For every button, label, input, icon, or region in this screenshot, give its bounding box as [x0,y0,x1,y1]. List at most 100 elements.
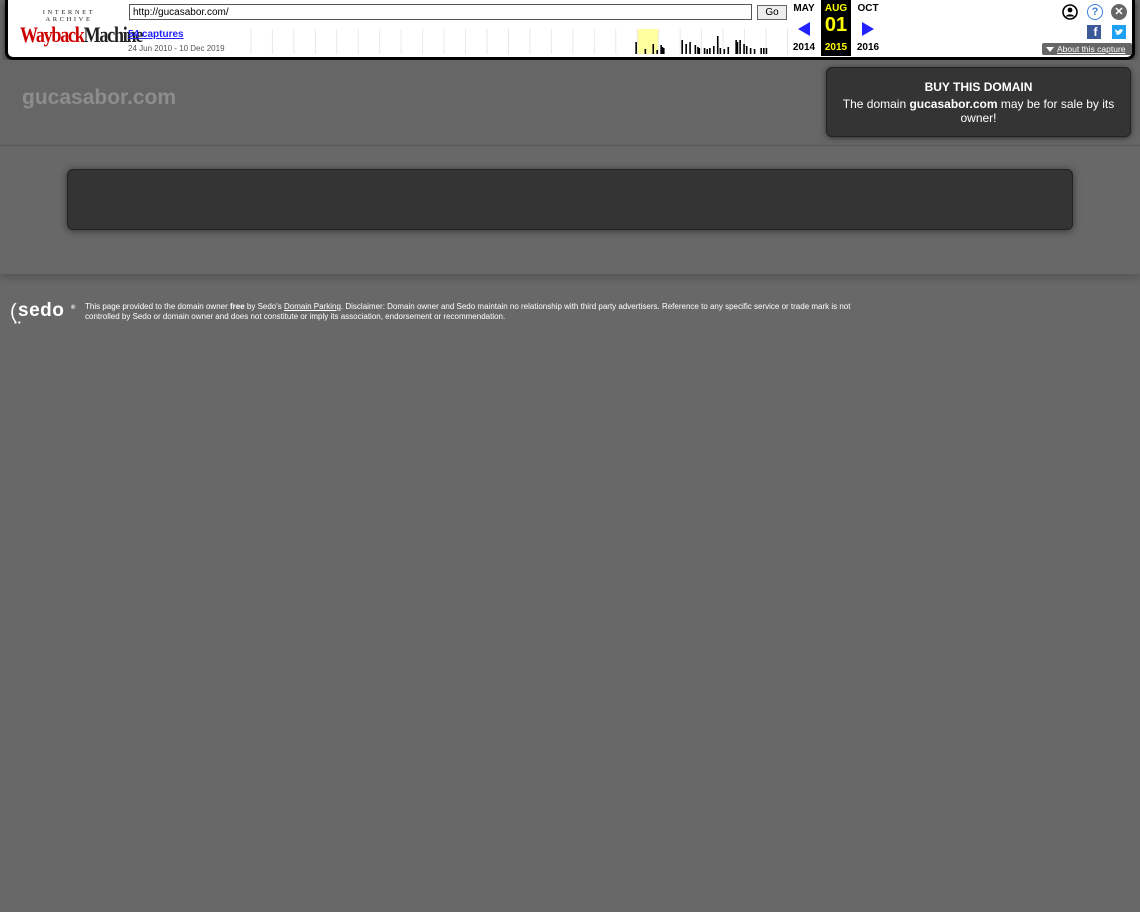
sedo-logo-text: sedo [18,300,65,321]
sparkline-month[interactable] [337,29,358,54]
sparkline-bar[interactable] [709,48,711,54]
calendar-prev-column: MAY 2014 [789,0,819,56]
sparkline-month[interactable] [637,29,659,54]
sparkline-bar[interactable] [652,44,655,54]
sparkline-month[interactable] [230,29,251,54]
go-button[interactable]: Go [757,5,787,20]
sparkline-separator [701,29,703,54]
sparkline-bar[interactable] [706,49,709,54]
sparkline-month[interactable] [272,29,294,54]
twitter-icon[interactable] [1112,25,1126,39]
sparkline-month[interactable] [401,29,423,54]
wayback-logo[interactable]: INTERNET ARCHIVE WaybackMachine [20,9,143,47]
user-icon[interactable] [1062,4,1078,20]
sparkline-separator [293,29,295,54]
sparkline-month[interactable] [423,29,444,54]
about-capture-toggle[interactable]: About this capture [1042,43,1132,55]
buy-domain-text: The domain gucasabor.com may be for sale… [827,97,1130,125]
sparkline-bar[interactable] [698,48,701,54]
sparkline-bar[interactable] [745,46,748,54]
sparkline-bar[interactable] [689,42,691,54]
sparkline-bar[interactable] [753,49,756,54]
sparkline-month[interactable] [594,29,616,54]
sparkline-bar[interactable] [743,44,745,54]
footer: ( sedo ® ▪▪ This page provided to the do… [10,300,870,330]
sparkline-bar[interactable] [644,49,647,54]
sparkline-month[interactable] [358,29,380,54]
sparkline-month[interactable] [551,29,573,54]
sparkline-month[interactable] [487,29,508,54]
capture-sparkline[interactable] [230,29,788,54]
sparkline-bar[interactable] [703,48,706,54]
next-month-link[interactable]: OCT [853,3,883,14]
sparkline-bar[interactable] [723,49,726,54]
help-icon[interactable]: ? [1087,4,1103,20]
prev-capture-arrow-icon[interactable] [798,22,810,36]
sparkline-month[interactable] [509,29,530,54]
buy-text-before: The domain [842,97,910,111]
sparkline-separator [422,29,424,54]
buy-domain-box[interactable]: BUY THIS DOMAIN The domain gucasabor.com… [826,67,1131,137]
disclaimer-part-1: This page provided to the domain owner [85,302,230,311]
sparkline-separator [722,29,724,54]
next-capture-arrow-icon[interactable] [862,22,874,36]
ad-container [67,169,1073,230]
sparkline-bar[interactable] [712,46,715,54]
sparkline-bar[interactable] [656,50,658,54]
sparkline-bar[interactable] [765,48,768,54]
wayback-url-input[interactable] [129,4,752,20]
sparkline-month[interactable] [444,29,466,54]
buy-text-domain: gucasabor.com [909,97,998,111]
sparkline-separator [465,29,467,54]
sparkline-month[interactable] [466,29,487,54]
sparkline-separator [250,29,252,54]
sparkline-month[interactable] [294,29,315,54]
sparkline-bar[interactable] [760,48,762,54]
sparkline-bar[interactable] [763,48,765,54]
sparkline-month[interactable] [530,29,551,54]
sparkline-bar[interactable] [662,48,665,54]
sparkline-bar[interactable] [681,40,683,54]
about-capture-label: About this capture [1057,44,1126,54]
sparkline-bar[interactable] [739,40,741,54]
domain-title[interactable]: gucasabor.com [22,86,176,110]
domain-parking-link[interactable]: Domain Parking [284,302,341,311]
sparkline-bar[interactable] [736,42,739,54]
captures-link[interactable]: 54 captures [128,29,184,40]
sparkline-month[interactable] [315,29,337,54]
dropdown-triangle-icon [1046,46,1054,52]
logo-wayback-word: Wayback [20,22,85,47]
sparkline-bar[interactable] [749,48,752,54]
sparkline-bar[interactable] [719,48,722,54]
sparkline-separator [400,29,402,54]
sparkline-separator [443,29,445,54]
sedo-logo[interactable]: ( sedo ® ▪▪ [10,300,80,328]
sparkline-month[interactable] [380,29,401,54]
sparkline-separator [679,29,681,54]
sparkline-bar[interactable] [685,44,687,54]
prev-month-link[interactable]: MAY [789,3,819,14]
sparkline-separator [529,29,531,54]
wayback-toolbar: INTERNET ARCHIVE WaybackMachine Go 54 ca… [5,0,1135,60]
sparkline-month[interactable] [251,29,272,54]
sparkline-month[interactable] [573,29,594,54]
sparkline-bar[interactable] [635,42,637,54]
sparkline-month[interactable] [766,29,787,54]
facebook-icon[interactable]: f [1087,25,1101,39]
sparkline-separator [486,29,488,54]
sparkline-month[interactable] [723,29,745,54]
sparkline-month[interactable] [616,29,637,54]
current-day: 01 [824,14,848,36]
sparkline-bar[interactable] [694,45,697,54]
current-year: 2015 [824,42,848,53]
sparkline-separator [314,29,316,54]
logo-wayback-text: WaybackMachine [20,22,143,47]
sparkline-bar[interactable] [727,47,730,54]
capture-date-range: 24 Jun 2010 - 10 Dec 2019 [128,44,225,53]
close-icon[interactable]: ✕ [1111,4,1127,20]
sparkline-bar[interactable] [716,36,719,54]
sparkline-separator [336,29,338,54]
disclaimer-free: free [229,302,245,311]
next-year-link[interactable]: 2016 [853,42,883,53]
prev-year-link[interactable]: 2014 [789,42,819,53]
